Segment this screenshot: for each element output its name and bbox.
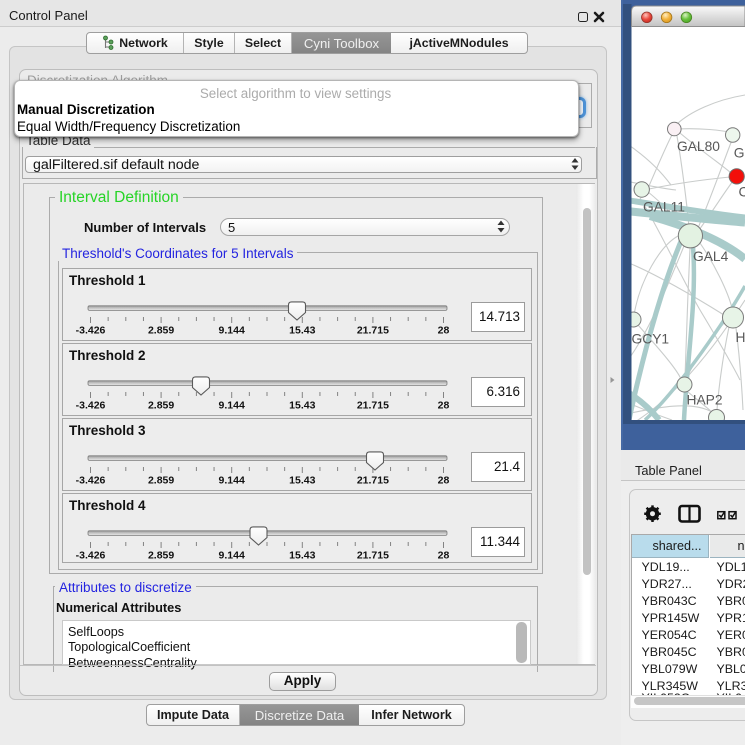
svg-text:GCY1: GCY1 xyxy=(632,332,670,347)
svg-text:G.: G. xyxy=(734,145,745,160)
svg-text:15.43: 15.43 xyxy=(289,550,315,562)
svg-text:21.715: 21.715 xyxy=(357,475,389,487)
svg-text:HAP2: HAP2 xyxy=(687,393,723,408)
svg-text:9.144: 9.144 xyxy=(219,475,245,487)
svg-text:28: 28 xyxy=(438,550,450,562)
svg-text:21.715: 21.715 xyxy=(357,550,389,562)
svg-text:15.43: 15.43 xyxy=(289,475,315,487)
svg-text:9.144: 9.144 xyxy=(219,400,245,412)
svg-text:-3.426: -3.426 xyxy=(76,400,106,412)
svg-text:21.715: 21.715 xyxy=(357,400,389,412)
svg-text:9.144: 9.144 xyxy=(219,550,245,562)
svg-text:C: C xyxy=(739,185,745,200)
svg-text:15.43: 15.43 xyxy=(289,400,315,412)
svg-text:28: 28 xyxy=(438,475,450,487)
svg-text:28: 28 xyxy=(438,400,450,412)
svg-text:2.859: 2.859 xyxy=(148,475,174,487)
svg-text:-3.426: -3.426 xyxy=(76,550,106,562)
svg-text:2.859: 2.859 xyxy=(148,550,174,562)
svg-text:2.859: 2.859 xyxy=(148,400,174,412)
svg-text:15.43: 15.43 xyxy=(289,325,315,337)
svg-text:H: H xyxy=(736,330,745,345)
svg-text:2.859: 2.859 xyxy=(148,325,174,337)
svg-text:28: 28 xyxy=(438,325,450,337)
svg-text:GAL80: GAL80 xyxy=(677,139,720,154)
svg-text:21.715: 21.715 xyxy=(357,325,389,337)
svg-text:9.144: 9.144 xyxy=(219,325,245,337)
svg-text:-3.426: -3.426 xyxy=(76,475,106,487)
svg-text:GAL11: GAL11 xyxy=(643,200,685,215)
svg-text:GAL4: GAL4 xyxy=(693,249,729,264)
svg-text:-3.426: -3.426 xyxy=(76,325,106,337)
